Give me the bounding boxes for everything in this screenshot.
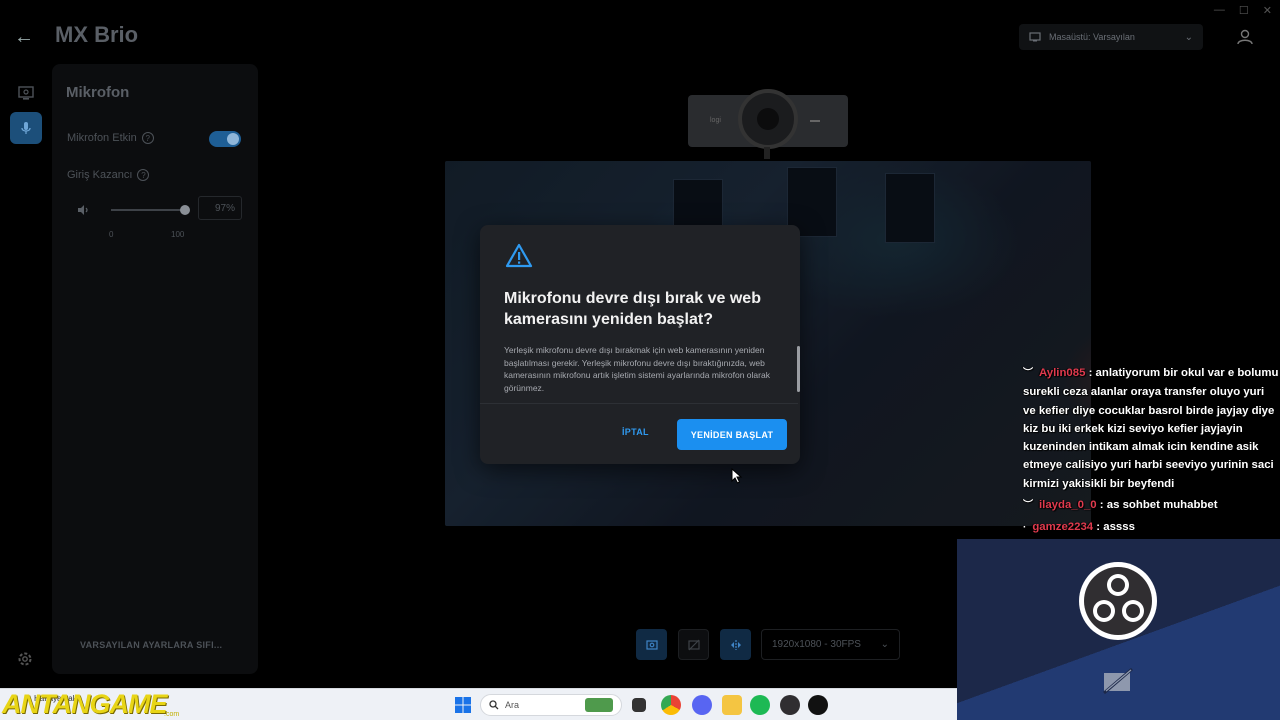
discord-icon[interactable] (692, 695, 712, 715)
profile-label: Masaüstü: Varsayılan (1049, 32, 1135, 42)
input-gain-row: Giriş Kazancı ? (67, 169, 150, 181)
obs-taskbar-icon[interactable] (780, 695, 800, 715)
search-highlight-icon (585, 698, 613, 712)
minimize-icon[interactable]: — (1214, 4, 1225, 17)
mic-enabled-row: Mikrofon Etkin ? (67, 132, 154, 144)
chat-badge-icon: ︶ (1023, 500, 1033, 512)
close-icon[interactable]: ✕ (1263, 4, 1272, 17)
mic-enabled-toggle[interactable] (209, 131, 241, 147)
microphone-icon (21, 122, 31, 134)
resolution-dropdown[interactable]: 1920x1080 - 30FPS ⌄ (761, 629, 900, 660)
chat-badge-icon: · (1023, 522, 1027, 534)
chat-text: : assss (1093, 521, 1135, 534)
chat-username: Aylin085 (1039, 367, 1086, 379)
preview-icon (645, 639, 658, 650)
microphone-settings-nav[interactable] (10, 112, 42, 144)
slider-max-label: 100 (171, 230, 185, 239)
windows-taskbar: Haftaya bak ANTANGAME .com Ara (0, 688, 957, 720)
logitech-ghub-icon[interactable] (808, 695, 828, 715)
restart-dialog: Mikrofonu devre dışı bırak ve web kamera… (480, 225, 800, 464)
chat-badge-icon: ︶ (1023, 368, 1033, 379)
resolution-label: 1920x1080 - 30FPS (772, 639, 861, 650)
chat-message: · gamze2234 : assss (1023, 518, 1279, 537)
user-account-icon[interactable] (1236, 28, 1254, 46)
mouse-cursor-icon (731, 468, 743, 484)
webcam-illustration: logi (688, 89, 848, 149)
windows-start-icon[interactable] (453, 695, 473, 715)
webcam-indicator (810, 120, 820, 122)
slider-handle[interactable] (180, 205, 190, 215)
gain-value-field[interactable]: 97% (198, 196, 242, 220)
mirror-icon (730, 639, 741, 650)
webcam-stand (764, 147, 770, 159)
no-camera-icon (1103, 668, 1133, 694)
chat-text: : anlatiyorum bir okul var e bolumu sure… (1023, 367, 1279, 490)
cancel-button[interactable]: İPTAL (622, 427, 649, 437)
preview-toggle-button[interactable] (636, 629, 667, 660)
monitor-icon (18, 86, 34, 100)
chrome-icon[interactable] (661, 695, 681, 715)
search-icon (489, 700, 499, 710)
panel-heading: Mikrofon (66, 84, 130, 101)
profile-dropdown[interactable]: Masaüstü: Varsayılan ⌄ (1019, 24, 1203, 50)
chevron-down-icon: ⌄ (880, 639, 889, 650)
dialog-body: Yerleşik mikrofonu devre dışı bırakmak i… (504, 345, 770, 393)
reset-defaults-button[interactable]: VARSAYILAN AYARLARA SIFI... (80, 640, 222, 650)
app-title: MX Brio (55, 22, 139, 47)
stream-chat-overlay: ︶ Aylin085 : anlatiyorum bir okul var e b… (1023, 364, 1279, 541)
chat-username: ilayda_0_0 (1039, 499, 1097, 512)
camera-off-button[interactable] (678, 629, 709, 660)
spotify-icon[interactable] (750, 695, 770, 715)
dialog-divider (480, 403, 798, 404)
restart-button[interactable]: YENİDEN BAŞLAT (677, 419, 787, 450)
slider-min-label: 0 (109, 230, 114, 239)
webcam-brand: logi (710, 117, 721, 124)
camera-settings-nav[interactable] (10, 77, 42, 109)
desktop-profile-icon (1029, 32, 1041, 42)
camera-off-icon (687, 639, 700, 650)
obs-overlay (957, 539, 1280, 720)
dialog-title: Mikrofonu devre dışı bırak ve web kamera… (504, 290, 761, 328)
chevron-down-icon: ⌄ (1184, 31, 1193, 43)
help-icon[interactable]: ? (141, 132, 154, 144)
file-explorer-icon[interactable] (722, 695, 742, 715)
chat-message: ︶ Aylin085 : anlatiyorum bir okul var e b… (1023, 364, 1279, 493)
mirror-button[interactable] (720, 629, 751, 660)
maximize-icon[interactable]: ☐ (1239, 4, 1249, 17)
mic-enabled-label: Mikrofon Etkin (67, 132, 137, 144)
chat-username: gamze2234 (1032, 521, 1094, 534)
watermark-suffix: .com (164, 711, 180, 718)
chat-message: ︶ ilayda_0_0 : as sohbet muhabbet (1023, 496, 1279, 515)
speaker-icon (78, 205, 88, 215)
input-gain-label: Giriş Kazancı (67, 169, 133, 181)
webcam-lens (738, 89, 798, 149)
dialog-scrollbar[interactable] (797, 346, 800, 392)
window-controls: — ☐ ✕ (1214, 4, 1272, 17)
obs-logo-icon (1079, 562, 1157, 640)
input-gain-slider[interactable] (111, 205, 190, 215)
settings-gear-icon[interactable] (16, 650, 34, 668)
watermark-logo: ANTANGAME (2, 689, 167, 719)
search-placeholder: Ara (505, 700, 520, 710)
microphone-settings-panel: Mikrofon Mikrofon Etkin ? Giriş Kazancı … (52, 64, 258, 674)
chat-text: : as sohbet muhabbet (1096, 499, 1218, 512)
help-icon[interactable]: ? (137, 169, 150, 181)
taskbar-search[interactable]: Ara (480, 694, 622, 716)
task-view-icon[interactable] (632, 698, 646, 712)
back-arrow-icon[interactable]: ← (14, 26, 36, 48)
warning-icon (505, 243, 533, 268)
